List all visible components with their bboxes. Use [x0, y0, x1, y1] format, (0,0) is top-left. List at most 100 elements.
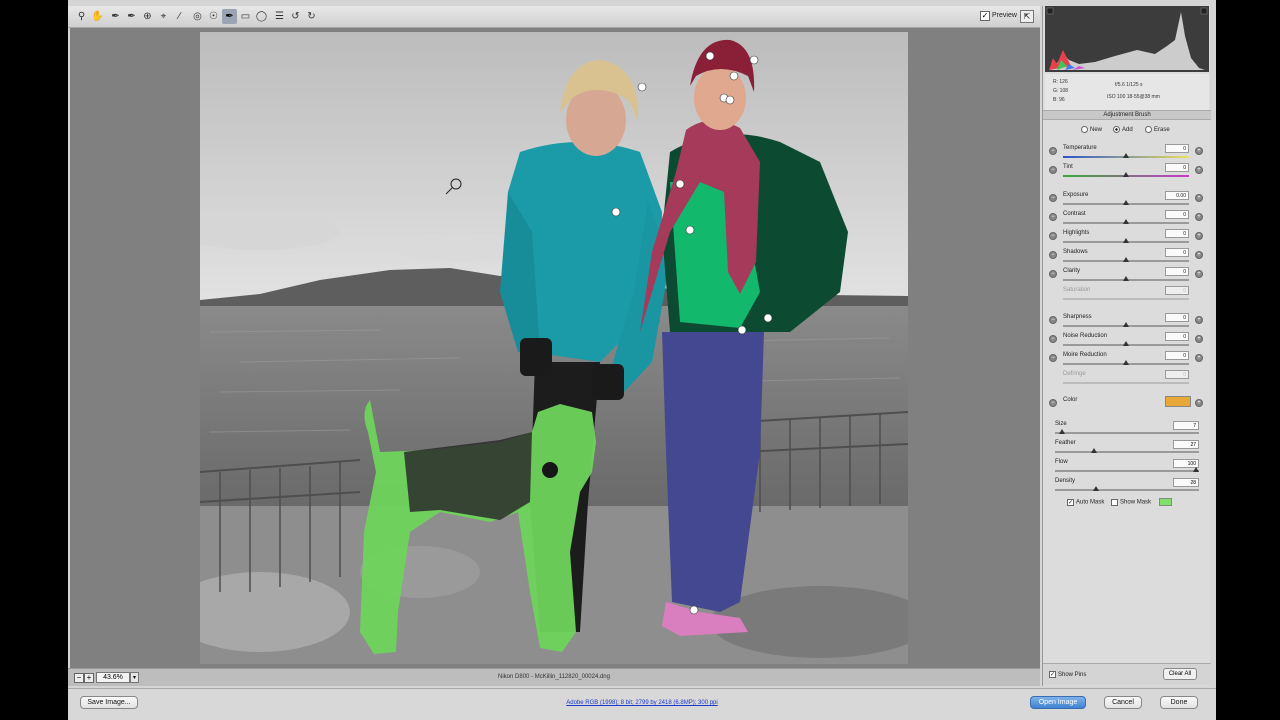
- slider-tint[interactable]: − Tint 0 +: [1043, 163, 1211, 181]
- radio-new[interactable]: [1081, 126, 1088, 133]
- red-eye-tool-icon[interactable]: ☉: [206, 9, 221, 24]
- crop-tool-icon[interactable]: ⌖: [156, 9, 171, 24]
- mode-new[interactable]: New: [1081, 126, 1102, 133]
- show-mask-checkbox[interactable]: [1111, 498, 1119, 506]
- slider-track[interactable]: [1063, 200, 1189, 205]
- color-row[interactable]: − Color +: [1043, 396, 1211, 414]
- radio-add[interactable]: [1113, 126, 1120, 133]
- adjustment-pin[interactable]: [763, 313, 773, 323]
- slider-thumb[interactable]: [1123, 219, 1129, 224]
- color-swatch[interactable]: [1165, 396, 1191, 407]
- brush-value[interactable]: 27: [1173, 440, 1199, 449]
- mask-color-swatch[interactable]: [1158, 498, 1172, 506]
- plus-icon[interactable]: +: [1195, 166, 1203, 174]
- adjustment-pin[interactable]: [637, 82, 647, 92]
- minus-icon[interactable]: −: [1049, 270, 1057, 278]
- slider-thumb[interactable]: [1123, 276, 1129, 281]
- radial-filter-tool-icon[interactable]: ◯: [254, 9, 269, 24]
- slider-sharpness[interactable]: − Sharpness 0 +: [1043, 313, 1211, 331]
- adjustment-pin[interactable]: [725, 95, 735, 105]
- minus-icon[interactable]: −: [1049, 316, 1057, 324]
- slider-track[interactable]: [1063, 219, 1189, 224]
- plus-icon[interactable]: +: [1195, 194, 1203, 202]
- slider-thumb[interactable]: [1123, 257, 1129, 262]
- slider-moire-reduction[interactable]: − Moire Reduction 0 +: [1043, 351, 1211, 369]
- slider-shadows[interactable]: − Shadows 0 +: [1043, 248, 1211, 266]
- clear-all-button[interactable]: Clear All: [1163, 668, 1197, 680]
- minus-icon[interactable]: −: [1049, 232, 1057, 240]
- slider-track[interactable]: [1063, 172, 1189, 177]
- minus-icon[interactable]: −: [1049, 354, 1057, 362]
- image-canvas[interactable]: [70, 28, 1040, 668]
- adjustment-pin[interactable]: [705, 51, 715, 61]
- zoom-tool-icon[interactable]: ⚲: [74, 9, 89, 24]
- highlight-clip-icon[interactable]: [1200, 7, 1208, 15]
- show-pins-checkbox[interactable]: ✓: [1049, 671, 1056, 678]
- minus-icon[interactable]: −: [1049, 194, 1057, 202]
- targeted-adjustment-tool-icon[interactable]: ⊕: [140, 9, 155, 24]
- brush-feather[interactable]: Feather 27: [1055, 440, 1201, 458]
- adjustment-pin[interactable]: [675, 179, 685, 189]
- slider-value[interactable]: 0: [1165, 351, 1189, 360]
- graduated-filter-tool-icon[interactable]: ▭: [238, 9, 253, 24]
- adjustment-pin[interactable]: [611, 207, 621, 217]
- plus-icon[interactable]: +: [1195, 399, 1203, 407]
- brush-thumb[interactable]: [1059, 429, 1065, 434]
- minus-icon[interactable]: −: [1049, 166, 1057, 174]
- slider-thumb[interactable]: [1123, 341, 1129, 346]
- slider-clarity[interactable]: − Clarity 0 +: [1043, 267, 1211, 285]
- brush-track[interactable]: [1055, 486, 1199, 491]
- slider-value[interactable]: 0: [1165, 267, 1189, 276]
- slider-value[interactable]: 0: [1165, 163, 1189, 172]
- show-pins[interactable]: ✓ Show Pins: [1049, 671, 1086, 678]
- plus-icon[interactable]: +: [1195, 335, 1203, 343]
- rotate-right-icon[interactable]: ↻: [304, 9, 319, 24]
- open-image-button[interactable]: Open Image: [1030, 696, 1086, 709]
- mode-erase[interactable]: Erase: [1145, 126, 1170, 133]
- mode-add[interactable]: Add: [1113, 126, 1133, 133]
- slider-thumb[interactable]: [1123, 172, 1129, 177]
- brush-track[interactable]: [1055, 429, 1199, 434]
- minus-icon[interactable]: −: [1049, 399, 1057, 407]
- rotate-left-icon[interactable]: ↺: [288, 9, 303, 24]
- slider-value[interactable]: 0: [1165, 313, 1189, 322]
- slider-thumb[interactable]: [1123, 238, 1129, 243]
- hand-tool-icon[interactable]: ✋: [90, 9, 105, 24]
- slider-temperature[interactable]: − Temperature 0 +: [1043, 144, 1211, 162]
- slider-value[interactable]: 0: [1165, 144, 1189, 153]
- slider-track[interactable]: [1063, 341, 1189, 346]
- straighten-tool-icon[interactable]: ∕: [172, 9, 187, 24]
- plus-icon[interactable]: +: [1195, 316, 1203, 324]
- slider-thumb[interactable]: [1123, 153, 1129, 158]
- brush-flow[interactable]: Flow 100: [1055, 459, 1201, 477]
- minus-icon[interactable]: −: [1049, 251, 1057, 259]
- slider-value[interactable]: 0.00: [1165, 191, 1189, 200]
- brush-size[interactable]: Size 7: [1055, 421, 1201, 439]
- minus-icon[interactable]: −: [1049, 213, 1057, 221]
- slider-track[interactable]: [1063, 238, 1189, 243]
- spot-removal-tool-icon[interactable]: ◎: [190, 9, 205, 24]
- adjustment-brush-tool-icon[interactable]: ✒: [222, 9, 237, 24]
- slider-track[interactable]: [1063, 276, 1189, 281]
- slider-exposure[interactable]: − Exposure 0.00 +: [1043, 191, 1211, 209]
- brush-density[interactable]: Density 28: [1055, 478, 1201, 496]
- slider-track[interactable]: [1063, 153, 1189, 158]
- slider-value[interactable]: 0: [1165, 229, 1189, 238]
- color-sampler-tool-icon[interactable]: ✒: [124, 9, 139, 24]
- slider-value[interactable]: 0: [1165, 248, 1189, 257]
- plus-icon[interactable]: +: [1195, 213, 1203, 221]
- adjustment-pin[interactable]: [689, 605, 699, 615]
- slider-value[interactable]: 0: [1165, 210, 1189, 219]
- radio-erase[interactable]: [1145, 126, 1152, 133]
- plus-icon[interactable]: +: [1195, 251, 1203, 259]
- slider-noise-reduction[interactable]: − Noise Reduction 0 +: [1043, 332, 1211, 350]
- brush-thumb[interactable]: [1193, 467, 1199, 472]
- adjustment-pin[interactable]: [749, 55, 759, 65]
- brush-thumb[interactable]: [1093, 486, 1099, 491]
- plus-icon[interactable]: +: [1195, 147, 1203, 155]
- slider-track[interactable]: [1063, 322, 1189, 327]
- minus-icon[interactable]: −: [1049, 335, 1057, 343]
- slider-contrast[interactable]: − Contrast 0 +: [1043, 210, 1211, 228]
- slider-track[interactable]: [1063, 257, 1189, 262]
- plus-icon[interactable]: +: [1195, 232, 1203, 240]
